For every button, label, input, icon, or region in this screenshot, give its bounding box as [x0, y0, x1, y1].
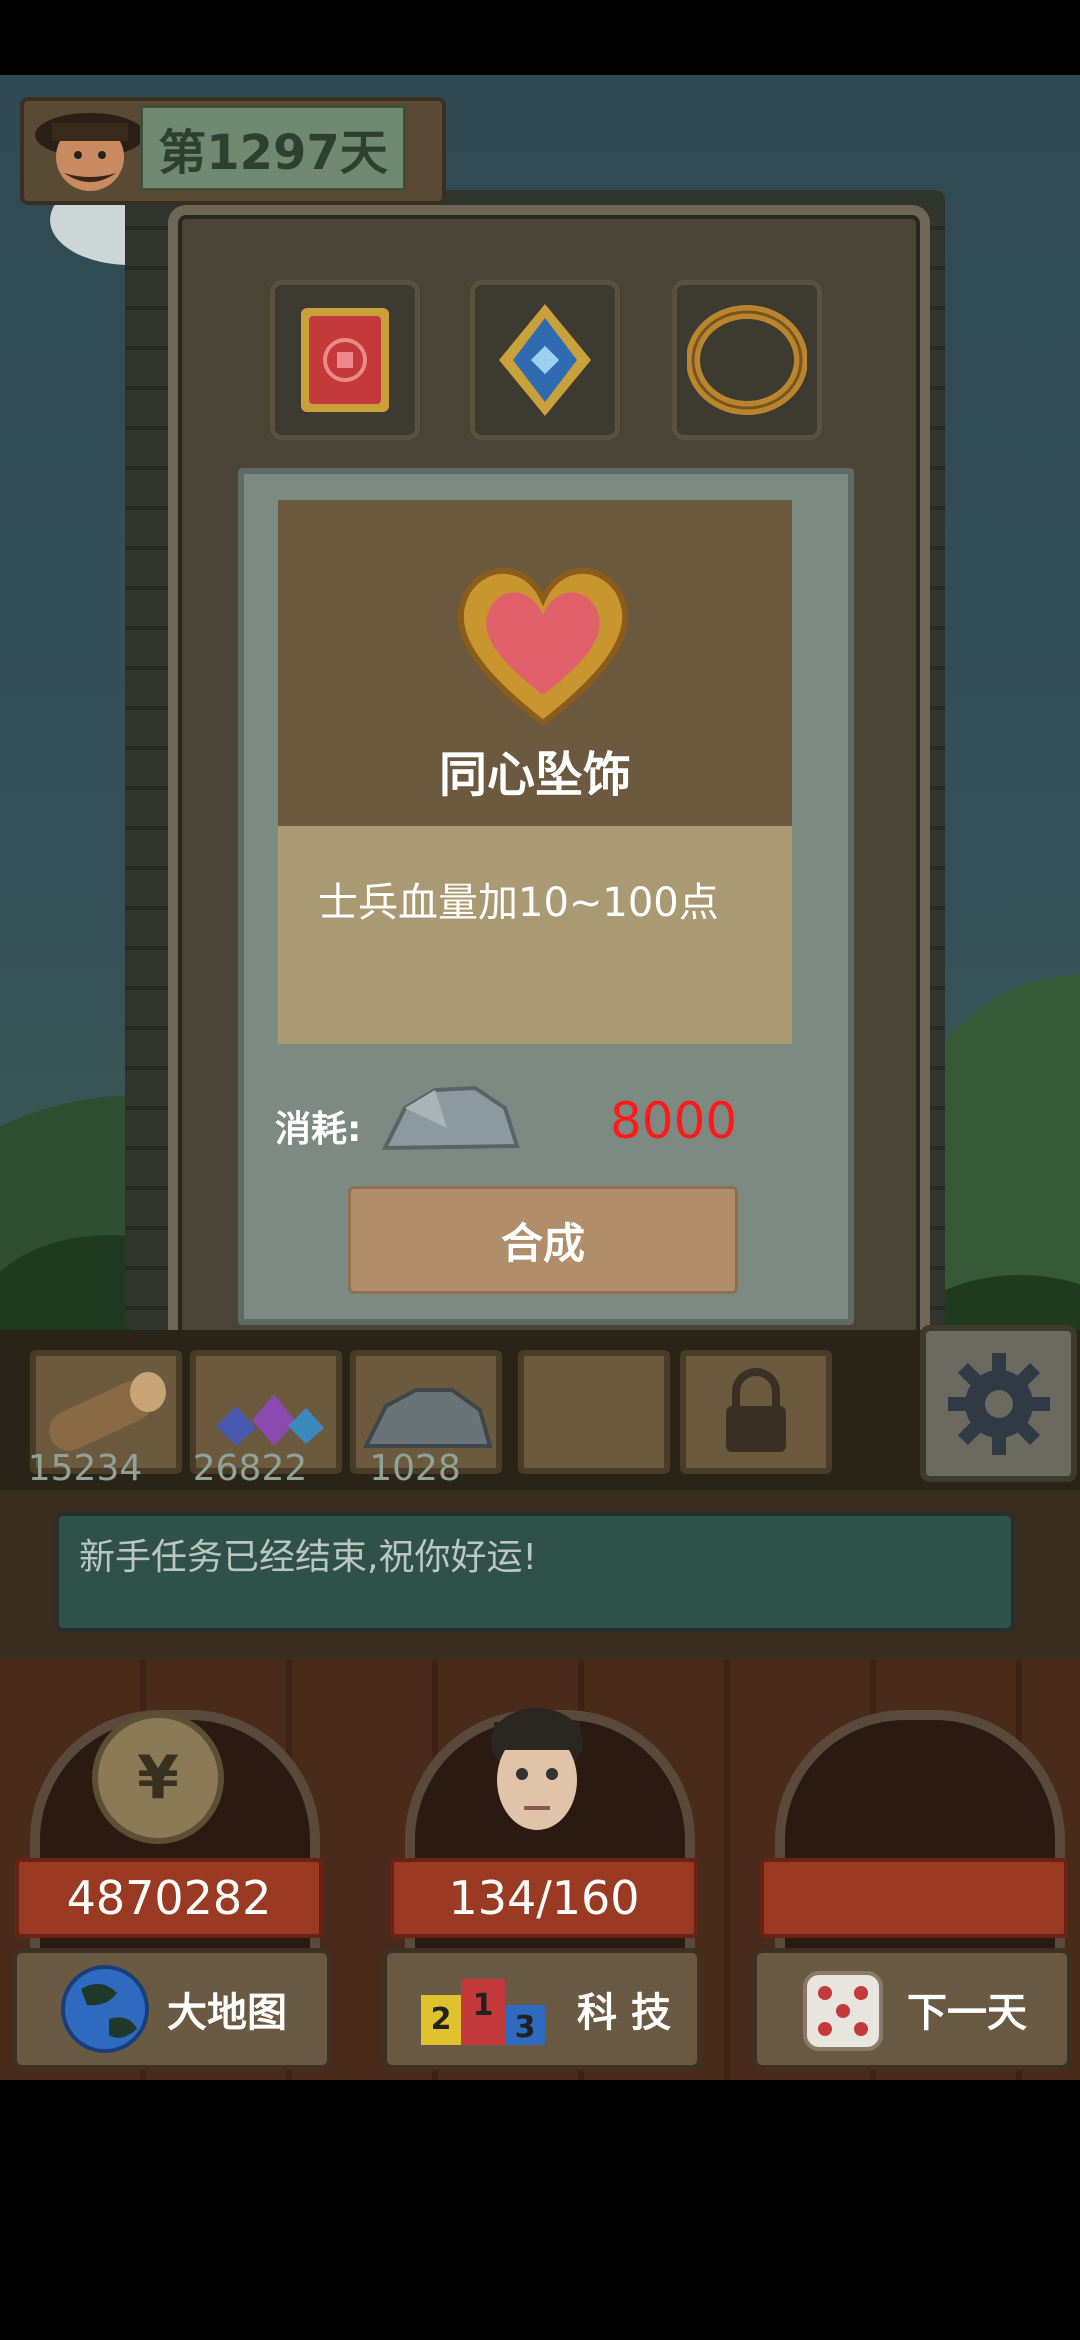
soldier-portrait-icon: [491, 1708, 583, 1830]
world-map-button[interactable]: 大地图: [12, 1948, 332, 2070]
resource-slot-locked: [680, 1350, 832, 1474]
stone-icon: [381, 1085, 520, 1151]
craft-button[interactable]: 合成: [348, 1186, 738, 1294]
podium-icon: 2 1 3: [421, 1979, 546, 2045]
world-map-label: 大地图: [167, 1990, 287, 2036]
globe-icon: [61, 1965, 149, 2053]
yuan-coin-icon: ¥: [92, 1712, 224, 1844]
item-name: 同心坠饰: [438, 747, 631, 803]
heart-pendant-icon: [457, 567, 629, 727]
empty-ribbon: [760, 1858, 1068, 1938]
equipment-slot-3[interactable]: [672, 280, 822, 440]
blue-gem-amulet-icon: [499, 304, 591, 416]
money-value: 4870282: [15, 1858, 323, 1938]
item-description-area: [278, 826, 792, 1044]
podium-label: 1: [473, 1988, 494, 2023]
message-text: 新手任务已经结束,祝你好运!: [55, 1512, 1015, 1632]
item-description: 士兵血量加10~100点: [318, 880, 719, 926]
gear-icon: [947, 1352, 1050, 1455]
resource-slot-empty: [518, 1350, 670, 1474]
next-day-button[interactable]: 下一天: [752, 1948, 1072, 2070]
day-counter: 第1297天: [140, 105, 406, 191]
equipment-slot-1[interactable]: [270, 280, 420, 440]
equipment-slot-2[interactable]: [470, 280, 620, 440]
settings-button[interactable]: [920, 1325, 1077, 1482]
golden-ring-icon: [687, 305, 807, 415]
cost-value: 8000: [610, 1092, 738, 1150]
podium-label: 3: [515, 2010, 536, 2045]
resource-count-wood: 15234: [27, 1448, 143, 1489]
tech-button[interactable]: 2 1 3 科 技: [382, 1948, 702, 2070]
dice-icon: [803, 1971, 883, 2051]
lock-icon: [726, 1368, 786, 1452]
population-value: 134/160: [390, 1858, 698, 1938]
red-card-icon: [301, 308, 389, 412]
podium-label: 2: [431, 2002, 452, 2037]
resource-count-crystal: 26822: [192, 1448, 308, 1489]
resource-count-stone: 1028: [369, 1448, 461, 1489]
tech-label: 科 技: [577, 1990, 671, 2036]
next-day-label: 下一天: [907, 1990, 1027, 2036]
hero-portrait-icon: [35, 113, 145, 191]
cost-label: 消耗:: [275, 1109, 362, 1150]
